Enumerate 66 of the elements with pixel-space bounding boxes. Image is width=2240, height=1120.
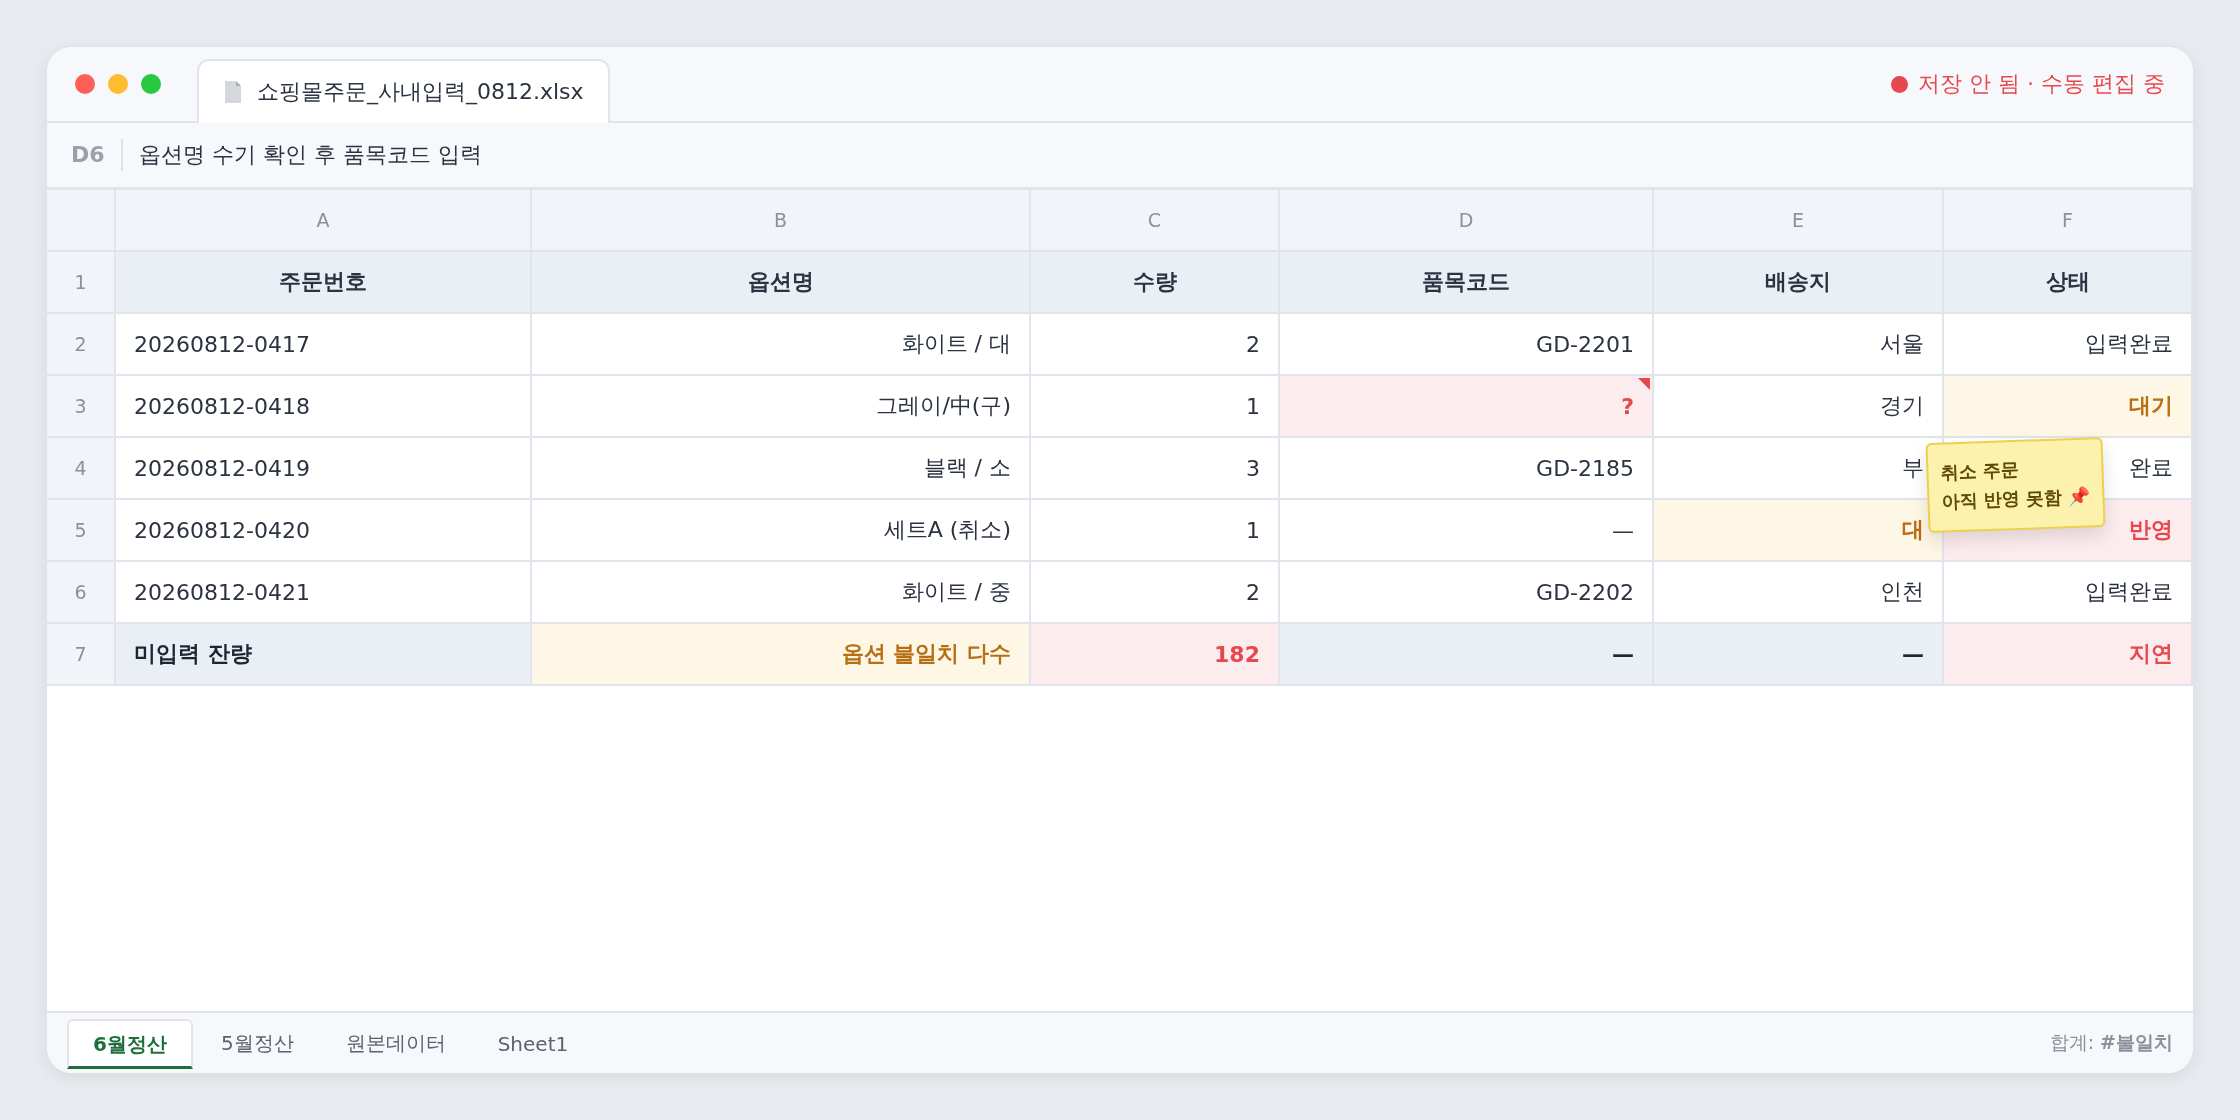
cell-reference: D6: [47, 139, 123, 171]
sheet-tab[interactable]: 원본데이터: [321, 1019, 470, 1069]
row-number[interactable]: 2: [47, 314, 116, 376]
table-cell: 서울: [1654, 314, 1944, 376]
sum-status: 합계: #불일치: [2049, 1030, 2173, 1055]
table-cell: 품목코드: [1280, 252, 1654, 314]
row-number[interactable]: 3: [47, 376, 116, 438]
maximize-icon[interactable]: [141, 74, 161, 94]
minimize-icon[interactable]: [108, 74, 128, 94]
file-tab[interactable]: 쇼핑몰주문_사내입력_0812.xlsx: [197, 59, 610, 123]
table-cell: 상태: [1944, 252, 2193, 314]
close-icon[interactable]: [75, 74, 95, 94]
table-cell: 수량: [1031, 252, 1280, 314]
table-cell: 그레이/中(구): [532, 376, 1031, 438]
column-header[interactable]: F: [1944, 190, 2193, 252]
table-cell: 화이트 / 중: [532, 562, 1031, 624]
row-number[interactable]: 1: [47, 252, 116, 314]
save-status: 저장 안 됨 · 수동 편집 중: [1918, 70, 2165, 98]
table-cell: 인천: [1654, 562, 1944, 624]
table-cell: 미입력 잔량: [116, 624, 532, 686]
column-header[interactable]: D: [1280, 190, 1654, 252]
table-cell: 3: [1031, 438, 1280, 500]
table-cell: 20260812-0421: [116, 562, 532, 624]
column-header[interactable]: E: [1654, 190, 1944, 252]
table-cell: 20260812-0420: [116, 500, 532, 562]
table-cell: 세트A (취소): [532, 500, 1031, 562]
table-cell: 20260812-0419: [116, 438, 532, 500]
table-cell: —: [1654, 624, 1944, 686]
sheet-tab[interactable]: 6월정산: [67, 1019, 193, 1069]
document-icon: [223, 80, 243, 104]
table-cell: ?: [1280, 376, 1654, 438]
table-cell: GD-2185: [1280, 438, 1654, 500]
table-cell: 182: [1031, 624, 1280, 686]
table-cell: 지연: [1944, 624, 2193, 686]
table-cell: 블랙 / 소: [532, 438, 1031, 500]
table-cell: 2: [1031, 562, 1280, 624]
sheet-tab[interactable]: Sheet1: [473, 1019, 593, 1069]
table-cell: 화이트 / 대: [532, 314, 1031, 376]
row-number[interactable]: 5: [47, 500, 116, 562]
table-cell: 1: [1031, 376, 1280, 438]
table-cell: 입력완료: [1944, 314, 2193, 376]
table-cell: GD-2201: [1280, 314, 1654, 376]
table-cell: 주문번호: [116, 252, 532, 314]
column-header[interactable]: C: [1031, 190, 1280, 252]
column-header[interactable]: A: [116, 190, 532, 252]
row-number[interactable]: 6: [47, 562, 116, 624]
formula-input[interactable]: 옵션명 수기 확인 후 품목코드 입력: [122, 140, 482, 170]
table-cell: 대: [1654, 500, 1944, 562]
status-dot-icon: [1891, 75, 1909, 93]
column-header[interactable]: B: [532, 190, 1031, 252]
table-cell: 배송지: [1654, 252, 1944, 314]
table-cell: 2: [1031, 314, 1280, 376]
sheet-tab[interactable]: 5월정산: [196, 1019, 318, 1069]
table-cell: 입력완료: [1944, 562, 2193, 624]
row-number[interactable]: 4: [47, 438, 116, 500]
table-cell: 대기: [1944, 376, 2193, 438]
table-cell: GD-2202: [1280, 562, 1654, 624]
table-cell: 20260812-0418: [116, 376, 532, 438]
table-cell: —: [1280, 500, 1654, 562]
table-cell: 1: [1031, 500, 1280, 562]
table-cell: 20260812-0417: [116, 314, 532, 376]
table-cell: 옵션 불일치 다수: [532, 624, 1031, 686]
table-cell: 경기: [1654, 376, 1944, 438]
table-cell: 옵션명: [532, 252, 1031, 314]
row-number[interactable]: 7: [47, 624, 116, 686]
table-cell: —: [1280, 624, 1654, 686]
